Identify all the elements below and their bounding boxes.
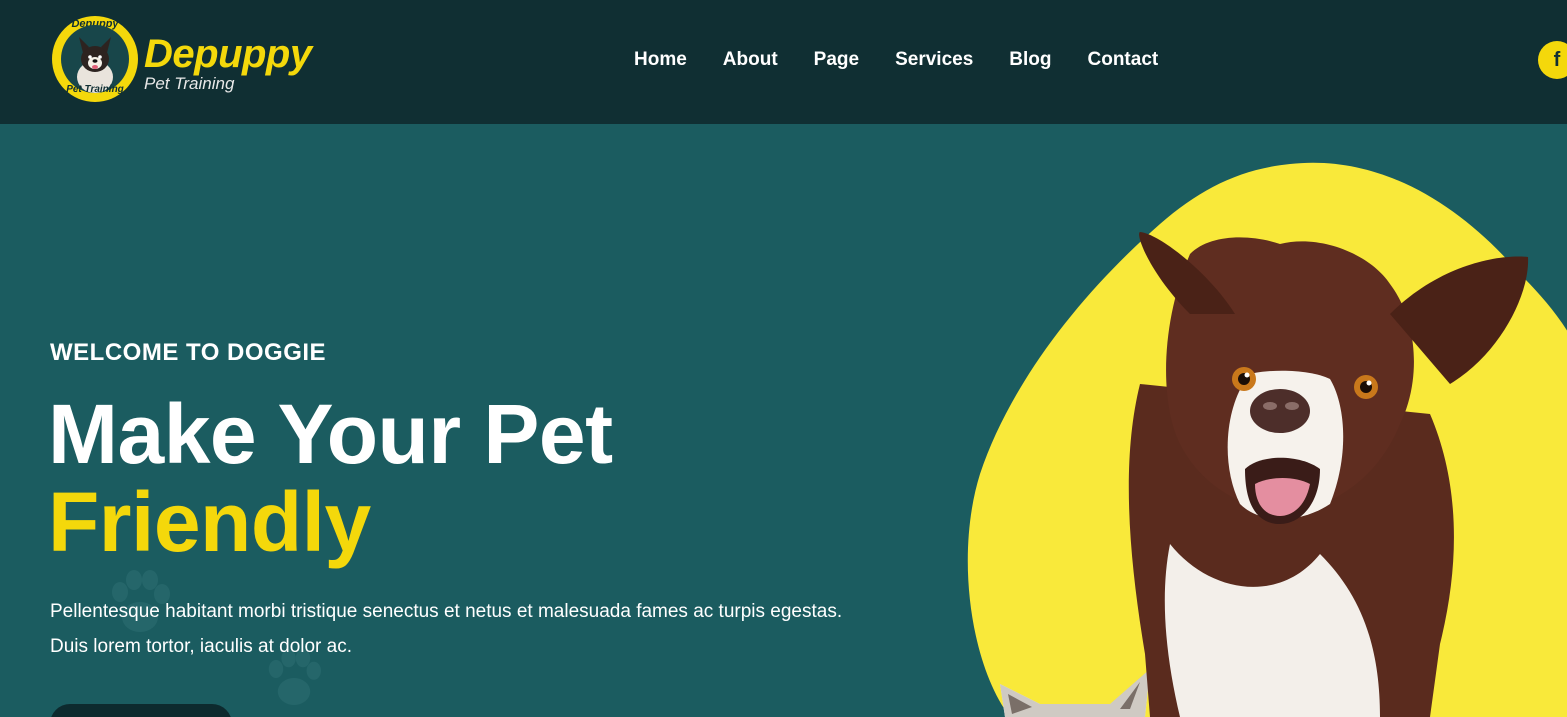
- logo-subtitle: Pet Training: [144, 74, 235, 93]
- nav-about[interactable]: About: [723, 44, 778, 76]
- logo[interactable]: Depuppy Pet Training Depuppy Pet Trainin…: [52, 16, 362, 102]
- nav-blog[interactable]: Blog: [1009, 44, 1051, 76]
- hero-eyebrow: WELCOME TO DOGGIE: [50, 339, 327, 366]
- hero-headline-line1: Make Your Pet: [48, 387, 613, 481]
- dog-mascot-icon: [61, 25, 129, 93]
- logo-badge: Depuppy Pet Training: [52, 16, 138, 102]
- dog-hero-image: [967, 162, 1567, 717]
- nav-services[interactable]: Services: [895, 44, 973, 76]
- logo-name: Depuppy: [144, 32, 312, 76]
- hero-cta-button[interactable]: [50, 704, 232, 717]
- main-nav: Home About Page Services Blog Contact: [616, 44, 1176, 76]
- site-header: Depuppy Pet Training Depuppy Pet Trainin…: [0, 0, 1567, 124]
- hero-headline-line2: Friendly: [48, 475, 371, 569]
- nav-home[interactable]: Home: [634, 44, 687, 76]
- nav-contact[interactable]: Contact: [1088, 44, 1159, 76]
- hero-description: Pellentesque habitant morbi tristique se…: [50, 601, 843, 657]
- facebook-icon[interactable]: f: [1538, 41, 1567, 79]
- logo-badge-bottom-text: Pet Training: [66, 84, 124, 95]
- nav-page[interactable]: Page: [814, 44, 859, 76]
- hero-section: WELCOME TO DOGGIE Make Your Pet Friendly…: [0, 124, 1567, 717]
